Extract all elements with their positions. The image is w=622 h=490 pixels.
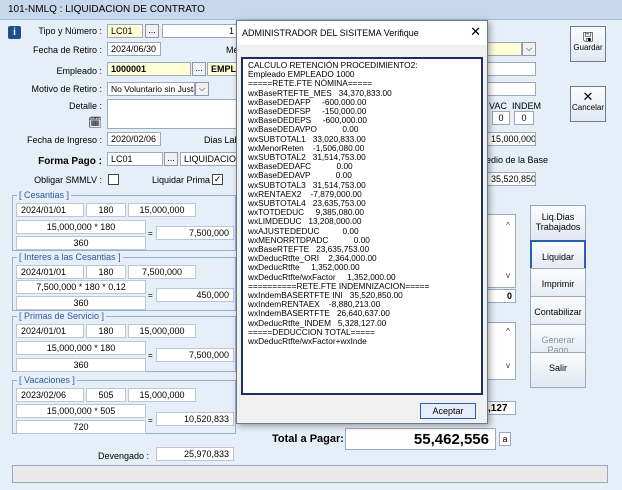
obligar-smmlv-checkbox[interactable] bbox=[108, 174, 119, 185]
forma-pago-label: Forma Pago : bbox=[38, 156, 102, 167]
window-title: 101-NMLQ : LIQUIDACION DE CONTRATO bbox=[0, 0, 622, 20]
motivo-extra-field bbox=[488, 82, 536, 96]
aceptar-button[interactable]: Aceptar bbox=[420, 403, 476, 419]
primas-equals: = bbox=[148, 351, 153, 360]
close-icon: ✕ bbox=[582, 89, 594, 104]
devengado-label: Devengado : bbox=[98, 451, 150, 461]
total-label: Total a Pagar: bbox=[272, 433, 344, 445]
intereses-formula: 7,500,000 * 180 * 0.12 bbox=[16, 280, 146, 294]
verify-dialog: ADMINISTRADOR DEL SISITEMA Verifique ✕ C… bbox=[236, 20, 488, 424]
empleado-label: Empleado : bbox=[56, 66, 102, 76]
fecha-ingreso-input[interactable]: 2020/02/06 bbox=[107, 132, 161, 146]
dialog-line: wxDeducRtfte/wxFactor+wxInde bbox=[248, 336, 367, 347]
vac-label: VAC bbox=[489, 101, 507, 111]
scroll-down-icon-2[interactable]: v bbox=[502, 360, 514, 372]
calendar-icon[interactable]: 🗓 bbox=[88, 116, 102, 129]
vacaciones-equals: = bbox=[148, 416, 153, 425]
vacaciones-base: 15,000,000 bbox=[128, 388, 196, 402]
forma-pago-lookup-button[interactable]: ... bbox=[164, 152, 178, 166]
cancelar-button[interactable]: ✕ Cancelar bbox=[570, 86, 606, 122]
vacaciones-result: 10,520,833 bbox=[156, 412, 234, 426]
dias-lab-label: Dias Lab bbox=[204, 135, 240, 145]
salario-field: 15,000,000 bbox=[488, 132, 536, 146]
indem-input[interactable]: 0 bbox=[514, 111, 534, 125]
intereses-base: 7,500,000 bbox=[128, 265, 196, 279]
empleado-lookup-button[interactable]: ... bbox=[192, 62, 206, 76]
promedio-base-field: 35,520,850 bbox=[488, 172, 536, 186]
primas-formula: 15,000,000 * 180 bbox=[16, 341, 146, 355]
devengado-value: 25,970,833 bbox=[156, 447, 234, 461]
guardar-button[interactable]: 🖫 Guardar bbox=[570, 26, 606, 62]
scroll-up-icon-2[interactable]: ^ bbox=[502, 326, 514, 338]
total-value: 55,462,556 bbox=[345, 428, 496, 450]
cesantias-formula: 15,000,000 * 180 bbox=[16, 220, 146, 234]
total-currency-suffix[interactable]: a bbox=[499, 432, 511, 446]
intereses-dias: 180 bbox=[86, 265, 126, 279]
status-bar bbox=[12, 465, 608, 483]
motivo-label: Motivo de Retiro : bbox=[31, 84, 102, 94]
scroll-down-icon[interactable]: v bbox=[502, 270, 514, 282]
vacaciones-divisor: 720 bbox=[16, 420, 146, 434]
vac-input[interactable]: 0 bbox=[492, 111, 510, 125]
forma-pago-code-input[interactable]: LC01 bbox=[107, 152, 163, 166]
empleado-name-field: EMPLE bbox=[207, 62, 239, 76]
primas-divisor: 360 bbox=[16, 358, 146, 372]
mes-chevron-down-icon[interactable]: ⌵ bbox=[522, 42, 536, 56]
cesantias-dias: 180 bbox=[86, 203, 126, 217]
tipo-lookup-button[interactable]: ... bbox=[145, 24, 159, 38]
fecha-ingreso-label: Fecha de Ingreso : bbox=[26, 135, 102, 145]
cesantias-equals: = bbox=[148, 229, 153, 238]
primas-result: 7,500,000 bbox=[156, 348, 234, 362]
motivo-chevron-down-icon[interactable]: ⌵ bbox=[195, 82, 209, 96]
detalle-label: Detalle : bbox=[68, 101, 102, 111]
scroll-up-icon[interactable]: ^ bbox=[502, 220, 514, 232]
liquidar-prima-label: Liquidar Prima : bbox=[152, 175, 216, 185]
mes-select[interactable] bbox=[488, 42, 522, 56]
cesantias-fecha: 2024/01/01 bbox=[16, 203, 84, 217]
cesantias-base: 15,000,000 bbox=[128, 203, 196, 217]
cesantias-divisor: 360 bbox=[16, 236, 146, 250]
fecha-retiro-label: Fecha de Retiro : bbox=[32, 45, 102, 55]
close-icon[interactable]: ✕ bbox=[470, 25, 481, 39]
dialog-title: ADMINISTRADOR DEL SISITEMA Verifique bbox=[237, 21, 487, 45]
vacaciones-title: [ Vacaciones ] bbox=[17, 375, 77, 385]
motivo-select[interactable]: No Voluntario sin Justa bbox=[107, 82, 195, 96]
liquidar-prima-checkbox[interactable]: ✓ bbox=[212, 174, 223, 185]
intereses-result: 450,000 bbox=[156, 288, 234, 302]
right-partial-127: ,127 bbox=[488, 401, 516, 415]
detalle-textarea[interactable] bbox=[107, 99, 237, 129]
right-partial-zero: 0 bbox=[488, 289, 516, 303]
cesantias-result: 7,500,000 bbox=[156, 226, 234, 240]
intereses-divisor: 360 bbox=[16, 296, 146, 310]
intereses-fecha: 2024/01/01 bbox=[16, 265, 84, 279]
vacaciones-formula: 15,000,000 * 505 bbox=[16, 404, 146, 418]
primas-base: 15,000,000 bbox=[128, 324, 196, 338]
liq-dias-button[interactable]: Liq.Dias Trabajados bbox=[530, 205, 586, 241]
primas-title: [ Primas de Servicio ] bbox=[17, 311, 107, 321]
empleado-code-input[interactable]: 1000001 bbox=[107, 62, 191, 76]
save-icon: 🖫 bbox=[582, 29, 594, 44]
promedio-base-label: edio de la Base bbox=[486, 155, 549, 165]
primas-dias: 180 bbox=[86, 324, 126, 338]
numero-input[interactable]: 1 bbox=[162, 24, 238, 38]
empleado-name-field-right bbox=[488, 62, 536, 76]
vacaciones-dias: 505 bbox=[86, 388, 126, 402]
fecha-retiro-input[interactable]: 2024/06/30 bbox=[107, 42, 161, 56]
info-icon[interactable]: i bbox=[8, 26, 21, 39]
intereses-equals: = bbox=[148, 291, 153, 300]
salir-button[interactable]: Salir bbox=[530, 352, 586, 388]
indem-label: INDEM bbox=[512, 101, 541, 111]
vacaciones-fecha: 2023/02/06 bbox=[16, 388, 84, 402]
intereses-title: [ Interes a las Cesantias ] bbox=[17, 252, 123, 262]
cancelar-label: Cancelar bbox=[571, 103, 604, 112]
primas-fecha: 2024/01/01 bbox=[16, 324, 84, 338]
tipo-numero-label: Tipo y Número : bbox=[38, 26, 102, 36]
obligar-smmlv-label: Obligar SMMLV : bbox=[34, 175, 102, 185]
guardar-label: Guardar bbox=[573, 43, 603, 52]
tipo-input[interactable]: LC01 bbox=[107, 24, 143, 38]
dialog-message: CALCULO RETENCIÓN PROCEDIMIENTO2: Emplead… bbox=[241, 57, 483, 395]
forma-pago-name-field: LIQUIDACION bbox=[180, 152, 238, 166]
cesantias-title: [ Cesantias ] bbox=[17, 190, 72, 200]
